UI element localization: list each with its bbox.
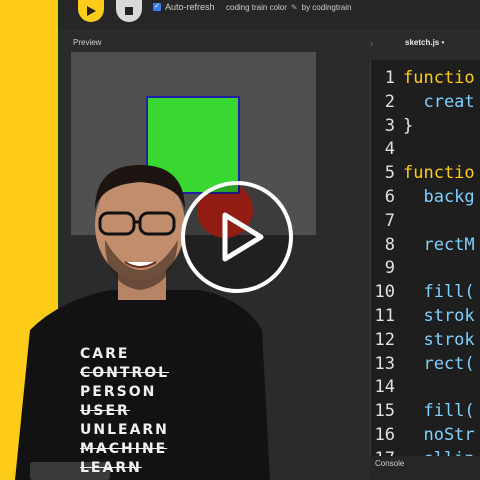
shirt-line: UNLEARN [80, 422, 169, 438]
shirt-line: CARE [80, 346, 130, 362]
shirt-line: USER [80, 403, 130, 419]
shirt-line: CONTROL [80, 365, 170, 381]
video-play-button[interactable] [181, 181, 293, 293]
shirt-text: CARE CONTROL PERSON USER UNLEARN MACHINE… [80, 345, 169, 478]
shirt-line: MACHINE [80, 441, 168, 457]
shirt-line: LEARN [80, 460, 142, 476]
shirt-line: PERSON [80, 384, 157, 400]
play-icon [222, 212, 264, 262]
